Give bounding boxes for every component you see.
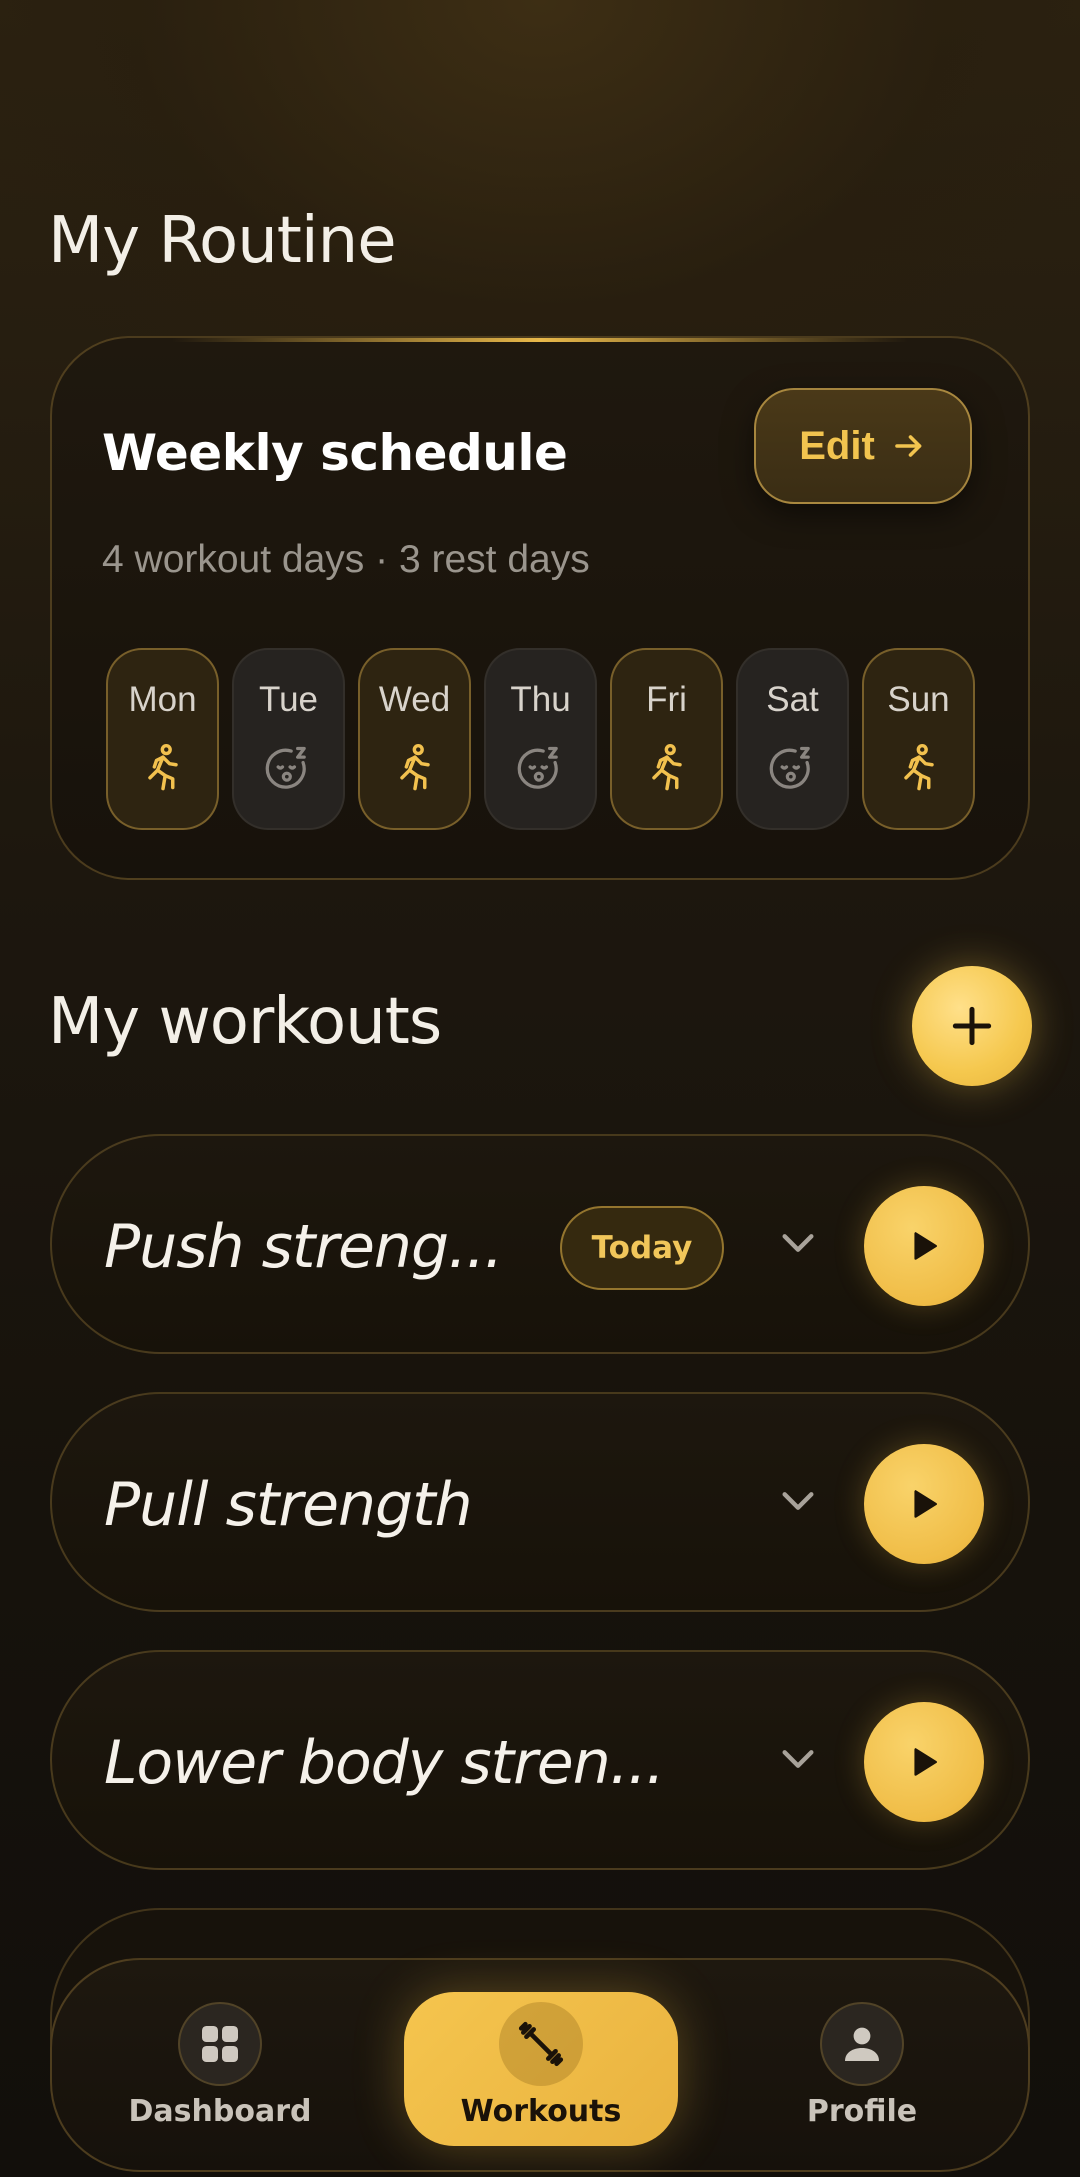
edit-schedule-button[interactable]: Edit [754, 388, 972, 504]
nav-icon-wrap [178, 2002, 262, 2086]
weekly-schedule-card: Weekly schedule Edit 4 workout days · 3 … [50, 336, 1030, 880]
plus-icon [952, 1006, 992, 1046]
chevron-down-icon[interactable] [778, 1744, 818, 1774]
day-wed[interactable]: Wed [358, 648, 471, 830]
card-accent-line [172, 338, 908, 342]
workout-name: Pull strength [104, 1470, 473, 1540]
nav-icon-wrap [820, 2002, 904, 2086]
play-icon [914, 1490, 937, 1518]
dumbbell-icon [518, 2021, 564, 2067]
routine-heading: My Routine [48, 204, 397, 278]
add-workout-button[interactable] [912, 966, 1032, 1086]
day-sun[interactable]: Sun [862, 648, 975, 830]
workout-name: Push streng... [104, 1212, 503, 1282]
day-label: Sat [766, 680, 819, 719]
sleep-icon [517, 746, 558, 789]
chevron-down-icon[interactable] [778, 1228, 818, 1258]
running-icon [651, 743, 682, 791]
edit-label: Edit [799, 423, 875, 468]
day-label: Sun [887, 680, 950, 719]
play-icon [914, 1748, 937, 1776]
running-icon [399, 743, 430, 791]
day-mon[interactable]: Mon [106, 648, 219, 830]
play-workout-button[interactable] [864, 1186, 984, 1306]
nav-icon-wrap [499, 2002, 583, 2086]
nav-workouts-content: Workouts [431, 2002, 651, 2129]
day-label: Tue [258, 680, 318, 719]
nav-label: Workouts [460, 2094, 622, 2129]
day-tue[interactable]: Tue [232, 648, 345, 830]
sleep-icon [769, 746, 810, 789]
play-workout-button[interactable] [864, 1444, 984, 1564]
workout-name: Lower body stren... [104, 1728, 665, 1798]
schedule-summary: 4 workout days · 3 rest days [102, 538, 590, 581]
schedule-title: Weekly schedule [102, 424, 568, 482]
day-label: Fri [646, 680, 687, 719]
nav-label: Dashboard [128, 2094, 312, 2129]
workouts-heading: My workouts [48, 985, 442, 1059]
running-icon [903, 743, 934, 791]
chevron-down-icon[interactable] [778, 1486, 818, 1516]
day-label: Mon [128, 680, 197, 719]
bottom-nav: Dashboard Workouts Profile [50, 1958, 1030, 2172]
play-icon [914, 1232, 937, 1260]
workout-card-push[interactable]: Push streng... Today [50, 1134, 1030, 1354]
workout-card-lower[interactable]: Lower body stren... [50, 1650, 1030, 1870]
day-thu[interactable]: Thu [484, 648, 597, 830]
nav-label: Profile [806, 2094, 918, 2129]
nav-profile[interactable]: Profile [752, 2002, 972, 2129]
day-label: Thu [510, 680, 571, 719]
arrow-right-icon [894, 435, 922, 457]
today-badge: Today [560, 1206, 724, 1290]
nav-dashboard[interactable]: Dashboard [110, 2002, 330, 2129]
running-icon [147, 743, 178, 791]
play-workout-button[interactable] [864, 1702, 984, 1822]
day-fri[interactable]: Fri [610, 648, 723, 830]
day-label: Wed [378, 680, 451, 719]
person-icon [845, 2027, 879, 2061]
sleep-icon [265, 746, 306, 789]
grid-icon [202, 2026, 238, 2062]
nav-workouts[interactable]: Workouts [404, 1992, 678, 2146]
day-list: Mon Tue Wed Thu Fri Sat Sun [106, 648, 975, 830]
workout-card-pull[interactable]: Pull strength [50, 1392, 1030, 1612]
day-sat[interactable]: Sat [736, 648, 849, 830]
